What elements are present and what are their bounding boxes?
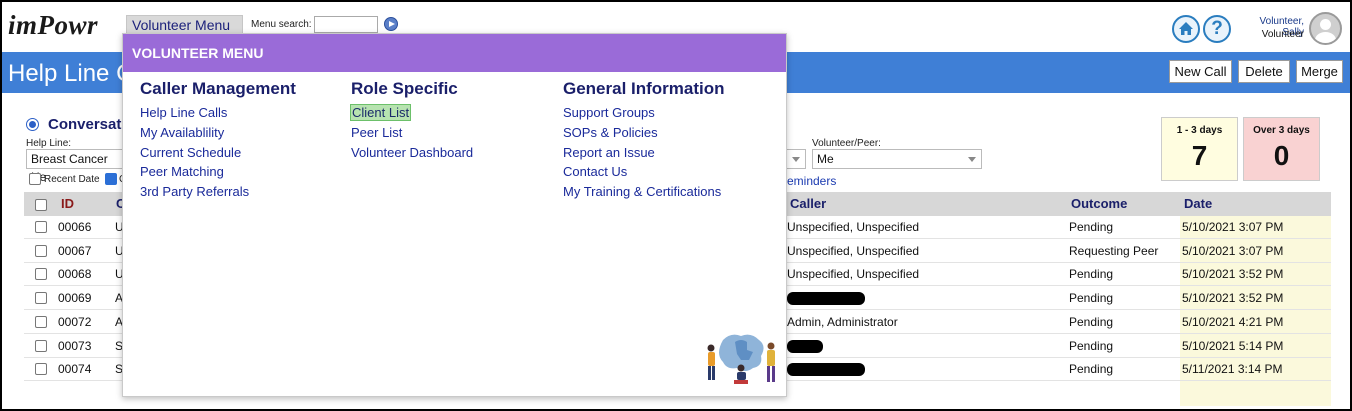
chevron-down-icon xyxy=(968,157,976,162)
help-line-select[interactable]: Breast Cancer He xyxy=(26,149,126,184)
general-information-title: General Information xyxy=(563,79,725,98)
menu-link-report-an-issue[interactable]: Report an Issue xyxy=(563,145,655,160)
redacted-caller xyxy=(787,339,823,353)
menu-link-3rd-party-referrals[interactable]: 3rd Party Referrals xyxy=(140,184,249,199)
row-date: 5/10/2021 3:52 PM xyxy=(1182,267,1284,282)
row-outcome: Pending xyxy=(1069,362,1114,377)
row-id[interactable]: 00068 xyxy=(58,267,91,281)
one-to-three-days-label: 1 - 3 days xyxy=(1176,125,1223,136)
volunteer-menu-tab[interactable]: Volunteer Menu xyxy=(126,15,243,35)
menu-search-input[interactable] xyxy=(314,16,378,33)
role-specific-title: Role Specific xyxy=(351,79,458,98)
help-line-label: Help Line: xyxy=(26,138,72,149)
page-title: Help Line C xyxy=(8,60,134,87)
row-date: 5/10/2021 4:21 PM xyxy=(1182,314,1284,329)
row-checkbox[interactable] xyxy=(35,244,47,257)
menu-link-client-list[interactable]: Client List xyxy=(350,104,412,121)
impowr-logo[interactable]: imPowr xyxy=(8,10,98,41)
redacted-caller xyxy=(787,292,865,306)
row-date: 5/10/2021 5:14 PM xyxy=(1182,338,1284,353)
recent-date-checkbox[interactable] xyxy=(29,173,41,185)
one-to-three-days-value: 7 xyxy=(1191,140,1208,171)
menu-link-support-groups[interactable]: Support Groups xyxy=(563,105,655,120)
row-caller: Unspecified, Unspecified xyxy=(787,267,920,282)
row-caller: Unspecified, Unspecified xyxy=(787,243,920,258)
over-three-days-label: Over 3 days xyxy=(1253,125,1310,136)
row-checkbox[interactable] xyxy=(35,268,47,281)
column-header-id[interactable]: ID xyxy=(61,196,74,211)
row-id[interactable]: 00067 xyxy=(58,244,91,258)
row-checkbox[interactable] xyxy=(35,315,47,328)
row-date: 5/11/2021 3:14 PM xyxy=(1182,362,1283,377)
row-outcome: Pending xyxy=(1069,338,1114,353)
menu-search-label: Menu search: xyxy=(251,19,312,30)
row-caller: Admin, Administrator xyxy=(787,314,898,329)
puzzle-team-illustration xyxy=(707,334,775,384)
menu-link-current-schedule[interactable]: Current Schedule xyxy=(140,145,241,160)
menu-link-peer-list[interactable]: Peer List xyxy=(351,125,402,140)
new-call-button[interactable]: New Call xyxy=(1169,60,1232,83)
row-id[interactable]: 00069 xyxy=(58,291,91,305)
conversation-label: Conversati xyxy=(48,116,126,133)
conversation-radio[interactable] xyxy=(26,118,39,131)
delete-button[interactable]: Delete xyxy=(1238,60,1290,83)
user-role: Volunteer xyxy=(1261,29,1304,40)
help-icon[interactable]: ? xyxy=(1203,15,1231,43)
merge-button[interactable]: Merge xyxy=(1296,60,1343,83)
row-caller: Unspecified, Unspecified xyxy=(787,220,920,234)
chevron-down-icon xyxy=(792,157,800,162)
row-checkbox[interactable] xyxy=(35,339,47,352)
column-header-caller[interactable]: Caller xyxy=(790,196,826,211)
menu-link-peer-matching[interactable]: Peer Matching xyxy=(140,164,224,179)
row-checkbox[interactable] xyxy=(35,221,47,233)
row-outcome: Requesting Peer xyxy=(1069,243,1159,258)
volunteer-peer-select[interactable]: Me xyxy=(812,149,982,169)
row-id[interactable]: 00073 xyxy=(58,339,91,353)
menu-link-my-availability[interactable]: My Availablility xyxy=(140,125,224,140)
volunteer-menu-dropdown: VOLUNTEER MENU Caller Management Help Li… xyxy=(122,33,787,397)
search-go-icon[interactable] xyxy=(384,17,398,31)
row-id[interactable]: 00074 xyxy=(58,362,91,376)
avatar[interactable] xyxy=(1309,12,1342,45)
reminders-link[interactable]: eminders xyxy=(787,174,836,188)
row-outcome: Pending xyxy=(1069,314,1114,329)
volunteer-peer-value: Me xyxy=(817,152,834,166)
redacted-caller xyxy=(787,363,865,377)
second-filter-checkbox[interactable] xyxy=(105,173,117,185)
home-icon[interactable] xyxy=(1172,15,1200,43)
over-three-days-value: 0 xyxy=(1273,140,1290,171)
row-id[interactable]: 00066 xyxy=(58,220,91,234)
volunteer-menu-heading: VOLUNTEER MENU xyxy=(123,34,786,72)
middle-select[interactable] xyxy=(786,149,806,169)
menu-link-volunteer-dashboard[interactable]: Volunteer Dashboard xyxy=(351,145,473,160)
row-id[interactable]: 00072 xyxy=(58,315,91,329)
over-three-days-counter: Over 3 days 0 xyxy=(1243,117,1320,181)
column-header-outcome[interactable]: Outcome xyxy=(1071,196,1127,211)
menu-link-contact-us[interactable]: Contact Us xyxy=(563,164,627,179)
caller-management-title: Caller Management xyxy=(140,79,296,98)
row-outcome: Pending xyxy=(1069,291,1114,306)
column-header-date[interactable]: Date xyxy=(1184,196,1212,211)
row-date: 5/10/2021 3:07 PM xyxy=(1182,243,1284,258)
menu-link-sops-policies[interactable]: SOPs & Policies xyxy=(563,125,658,140)
one-to-three-days-counter: 1 - 3 days 7 xyxy=(1161,117,1238,181)
menu-link-my-training[interactable]: My Training & Certifications xyxy=(563,184,721,199)
row-outcome: Pending xyxy=(1069,267,1114,282)
menu-link-help-line-calls[interactable]: Help Line Calls xyxy=(140,105,227,120)
row-date: 5/10/2021 3:07 PM xyxy=(1182,220,1284,234)
select-all-checkbox[interactable] xyxy=(35,199,47,211)
recent-date-label: Recent Date xyxy=(44,174,100,185)
volunteer-peer-label: Volunteer/Peer: xyxy=(812,138,881,149)
row-outcome: Pending xyxy=(1069,220,1114,234)
row-checkbox[interactable] xyxy=(35,363,47,376)
row-date: 5/10/2021 3:52 PM xyxy=(1182,291,1284,306)
row-checkbox[interactable] xyxy=(35,292,47,305)
